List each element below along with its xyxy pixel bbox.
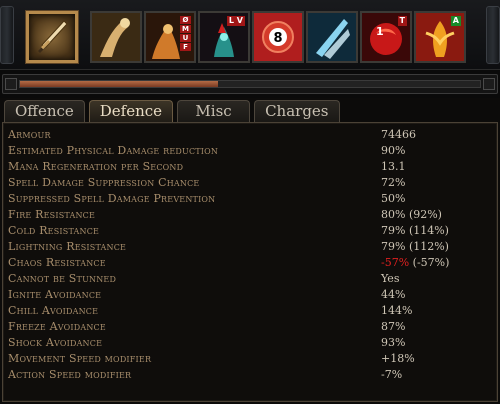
stat-value: 74466: [381, 128, 416, 141]
negative-value: -57%: [381, 256, 410, 269]
stat-row-chaos-resistance: Chaos Resistance -57% (-57%): [6, 255, 494, 271]
stat-label: Ignite Avoidance: [8, 288, 102, 301]
skill-slot-7-badge: T: [397, 16, 407, 26]
arm-gesture-icon: [92, 13, 140, 61]
stat-value: 50%: [381, 192, 406, 205]
skill-slot-6[interactable]: [306, 11, 358, 63]
stat-row-armour: Armour 74466: [6, 127, 494, 143]
skill-bar: ØMUF L V 8 1 T A: [0, 0, 500, 70]
skill-slot-3[interactable]: ØMUF: [144, 11, 196, 63]
skillbar-left-cap: [0, 6, 14, 64]
stat-row-shock-avoidance: Shock Avoidance 93%: [6, 335, 494, 351]
skill-slot-2[interactable]: [90, 11, 142, 63]
progress-fill: [20, 81, 218, 87]
skill-slot-5[interactable]: 8: [252, 11, 304, 63]
skill-slot-4-badge: L V: [226, 16, 245, 26]
number-eight-icon: 8: [254, 13, 302, 61]
stats-panel: Offence Defence Misc Charges Armour 7446…: [0, 98, 500, 404]
tab-misc[interactable]: Misc: [177, 100, 251, 122]
stat-value: 144%: [381, 304, 413, 317]
stat-label: Estimated Physical Damage reduction: [8, 144, 219, 157]
stat-label: Armour: [8, 128, 51, 141]
skill-slot-8-badge: A: [450, 16, 461, 26]
stat-value: -57% (-57%): [381, 255, 449, 271]
stat-row-physical-damage-reduction: Estimated Physical Damage reduction 90%: [6, 143, 494, 159]
progress-right-cap: [483, 78, 495, 90]
stat-value: 79% (114%): [381, 224, 449, 237]
stat-value: 87%: [381, 320, 406, 333]
stat-value: 13.1: [381, 160, 406, 173]
progress-track[interactable]: [19, 80, 481, 88]
skill-slot-7[interactable]: 1 T: [360, 11, 412, 63]
tab-defence[interactable]: Defence: [88, 100, 174, 122]
stat-label: Shock Avoidance: [8, 336, 103, 349]
stat-row-cannot-be-stunned: Cannot be Stunned Yes: [6, 271, 494, 287]
stat-row-ignite-avoidance: Ignite Avoidance 44%: [6, 287, 494, 303]
skill-slot-8[interactable]: A: [414, 11, 466, 63]
stat-label: Mana Regeneration per Second: [8, 160, 184, 173]
ice-slash-icon: [308, 13, 356, 61]
stat-label: Chaos Resistance: [8, 256, 106, 269]
stat-value: +18%: [381, 352, 415, 365]
stat-row-movement-speed: Movement Speed modifier +18%: [6, 351, 494, 367]
stats-tabs: Offence Defence Misc Charges: [4, 100, 340, 122]
stat-row-suppressed-damage-prevention: Suppressed Spell Damage Prevention 50%: [6, 191, 494, 207]
stat-row-mana-regeneration: Mana Regeneration per Second 13.1: [6, 159, 494, 175]
defence-stats-table: Armour 74466 Estimated Physical Damage r…: [2, 122, 498, 402]
stat-value: 72%: [381, 176, 406, 189]
stat-value: 44%: [381, 288, 406, 301]
stat-label: Suppressed Spell Damage Prevention: [8, 192, 216, 205]
stat-value: 90%: [381, 144, 406, 157]
stat-row-lightning-resistance: Lightning Resistance 79% (112%): [6, 239, 494, 255]
stat-label: Cold Resistance: [8, 224, 100, 237]
skillbar-right-cap: [486, 6, 500, 64]
skill-slot-4[interactable]: L V: [198, 11, 250, 63]
stat-row-action-speed: Action Speed modifier -7%: [6, 367, 494, 383]
stat-label: Lightning Resistance: [8, 240, 127, 253]
stat-label: Chill Avoidance: [8, 304, 99, 317]
max-value: (-57%): [409, 256, 450, 269]
stat-label: Action Speed modifier: [8, 368, 132, 381]
stat-label: Freeze Avoidance: [8, 320, 106, 333]
dagger-icon: [38, 20, 68, 53]
progress-bar-frame: [2, 74, 498, 94]
stat-label: Fire Resistance: [8, 208, 96, 221]
stat-value: 93%: [381, 336, 406, 349]
skill-slot-1[interactable]: [26, 11, 78, 63]
stat-label: Cannot be Stunned: [8, 272, 117, 285]
stat-row-spell-suppression-chance: Spell Damage Suppression Chance 72%: [6, 175, 494, 191]
tab-charges[interactable]: Charges: [254, 100, 340, 122]
stat-value: -7%: [381, 368, 403, 381]
skill-slot-3-badges: ØMUF: [180, 16, 191, 51]
stat-value: 79% (112%): [381, 240, 449, 253]
svg-text:8: 8: [273, 31, 282, 46]
svg-text:1: 1: [376, 25, 384, 38]
progress-left-cap: [5, 78, 17, 90]
tab-offence[interactable]: Offence: [4, 100, 85, 122]
stat-value: 80% (92%): [381, 208, 442, 221]
stat-row-freeze-avoidance: Freeze Avoidance 87%: [6, 319, 494, 335]
stat-row-fire-resistance: Fire Resistance 80% (92%): [6, 207, 494, 223]
stat-label: Spell Damage Suppression Chance: [8, 176, 200, 189]
stat-value: Yes: [381, 272, 400, 285]
stat-row-cold-resistance: Cold Resistance 79% (114%): [6, 223, 494, 239]
stat-label: Movement Speed modifier: [8, 352, 152, 365]
stat-row-chill-avoidance: Chill Avoidance 144%: [6, 303, 494, 319]
